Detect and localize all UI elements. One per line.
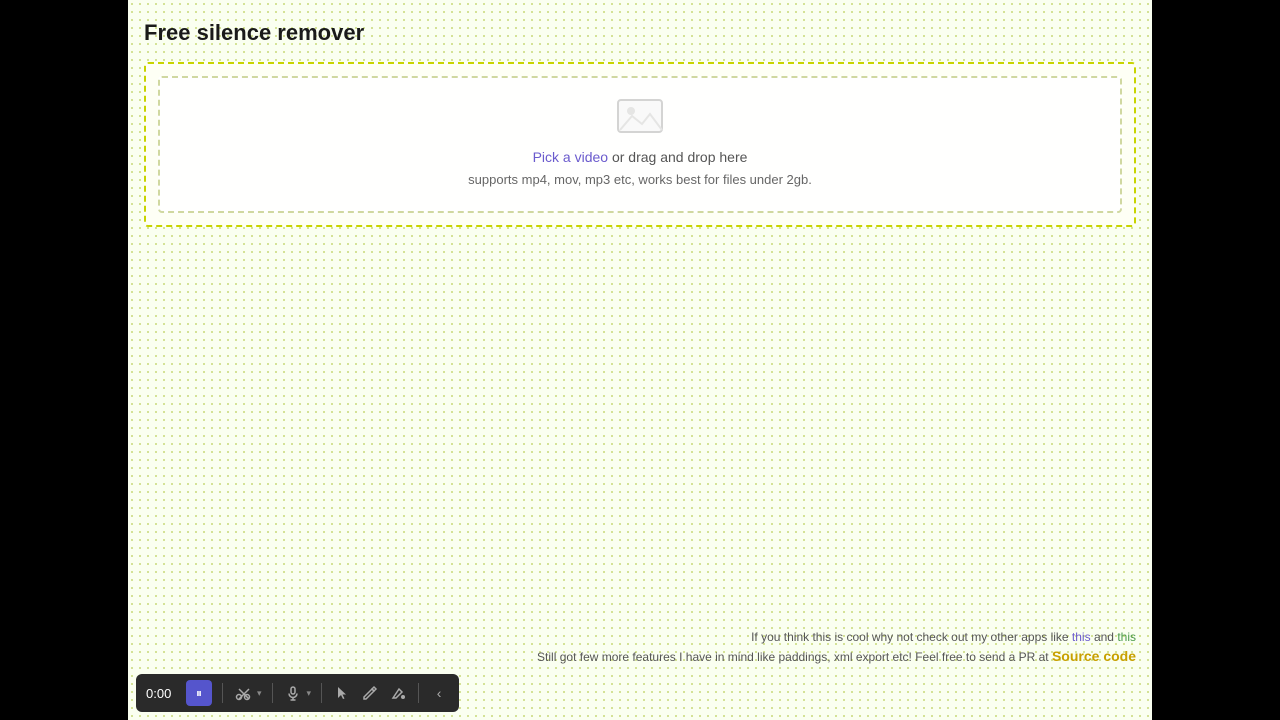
pause-icon: ⏸ xyxy=(196,686,202,701)
source-code-link[interactable]: Source code xyxy=(1052,648,1136,664)
page-title: Free silence remover xyxy=(144,20,1136,46)
info-prefix-1: If you think this is cool why not check … xyxy=(751,630,1072,644)
inner-drop-zone[interactable]: Pick a video or drag and drop here suppo… xyxy=(158,76,1122,213)
toolbar-separator-4 xyxy=(418,683,419,703)
image-icon xyxy=(616,98,664,134)
bottom-info: If you think this is cool why not check … xyxy=(537,630,1136,668)
mic-dropdown-arrow[interactable]: ▾ xyxy=(307,688,312,699)
drop-zone-text: Pick a video or drag and drop here suppo… xyxy=(468,146,812,191)
cursor-icon[interactable] xyxy=(332,683,352,703)
toolbar-separator-2 xyxy=(272,683,273,703)
info-line-2: Still got few more features I have in mi… xyxy=(537,648,1136,664)
pencil-icon[interactable] xyxy=(360,683,380,703)
chevron-left-icon: ‹ xyxy=(437,685,442,701)
drop-text-main: or drag and drop here xyxy=(608,149,747,165)
toolbar-time: 0:00 xyxy=(146,686,178,701)
info-and: and xyxy=(1091,630,1118,644)
pause-button[interactable]: ⏸ xyxy=(186,680,212,706)
this-link-1[interactable]: this xyxy=(1072,630,1091,644)
outer-drop-zone: Pick a video or drag and drop here suppo… xyxy=(144,62,1136,227)
bucket-icon[interactable] xyxy=(388,683,408,703)
collapse-icon[interactable]: ‹ xyxy=(429,683,449,703)
this-link-2[interactable]: this xyxy=(1117,630,1136,644)
info-prefix-2: Still got few more features I have in mi… xyxy=(537,650,1052,664)
toolbar-separator-1 xyxy=(222,683,223,703)
drop-zone-subtext: supports mp4, mov, mp3 etc, works best f… xyxy=(468,170,812,191)
microphone-icon[interactable] xyxy=(283,683,303,703)
info-line-1: If you think this is cool why not check … xyxy=(537,630,1136,644)
pick-video-link[interactable]: Pick a video xyxy=(533,149,608,165)
toolbar: 0:00 ⏸ ▾ ▾ xyxy=(136,674,459,712)
toolbar-separator-3 xyxy=(321,683,322,703)
cut-dropdown-arrow[interactable]: ▾ xyxy=(257,688,262,699)
cut-icon[interactable] xyxy=(233,683,253,703)
